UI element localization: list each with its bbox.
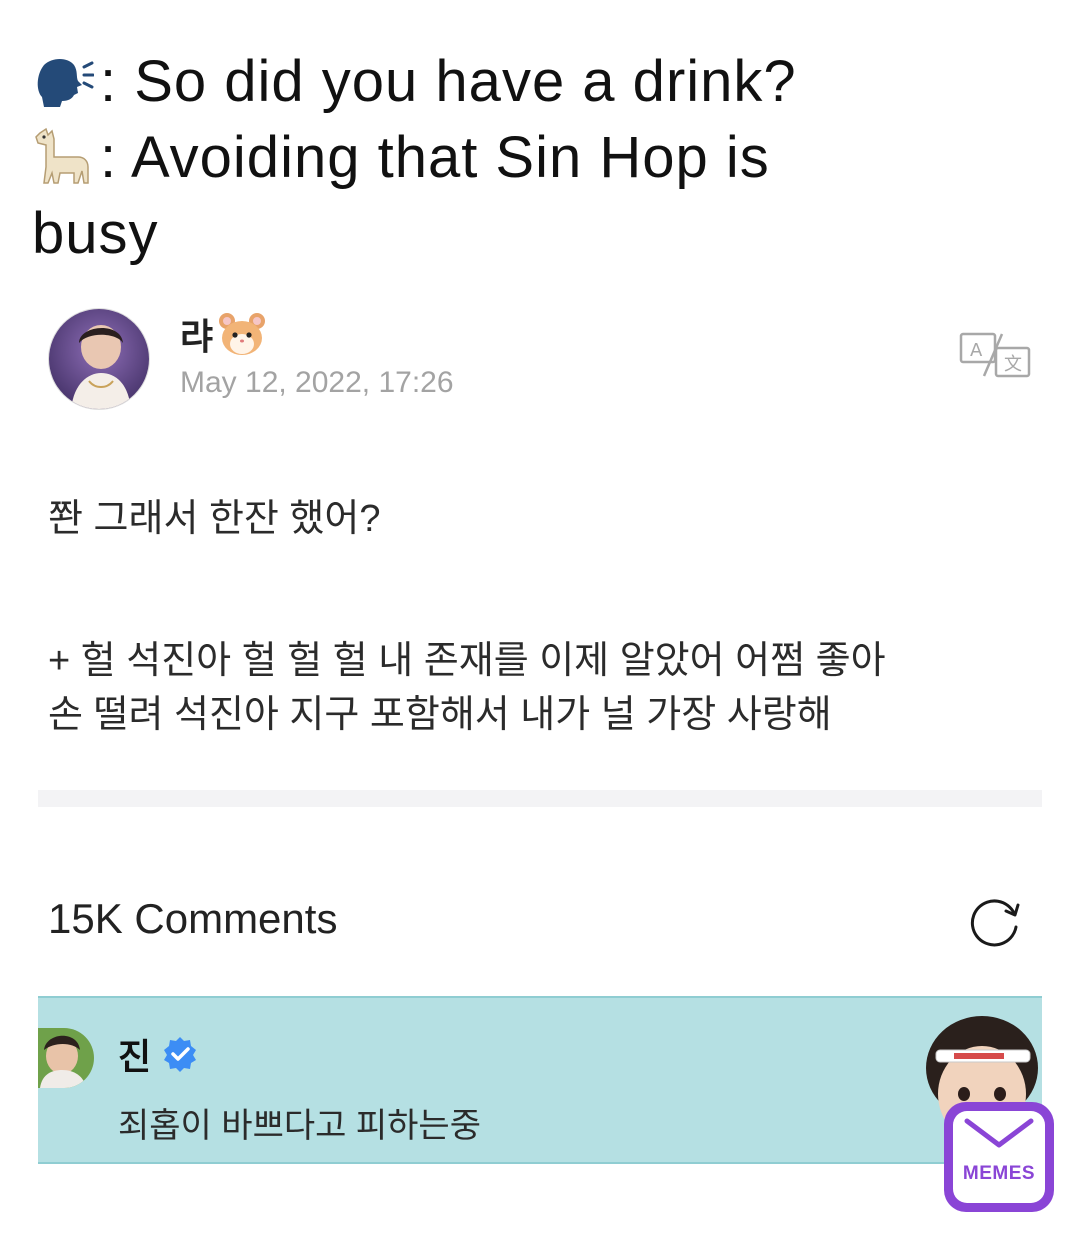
refresh-icon[interactable] xyxy=(966,893,1024,951)
comment-author[interactable]: 진 xyxy=(118,1028,199,1080)
translate-icon: A 文 xyxy=(959,332,1031,378)
caption-line-1: : So did you have a drink? xyxy=(32,44,1042,120)
author-name[interactable]: 랴 xyxy=(180,308,267,360)
post-line-3: 손 떨려 석진아 지구 포함해서 내가 널 가장 사랑해 xyxy=(48,694,832,736)
author-avatar[interactable] xyxy=(48,308,150,410)
llama-icon xyxy=(35,127,89,184)
section-divider xyxy=(38,790,1042,807)
comment-text: 죄홉이 바쁘다고 피하는중 xyxy=(118,1107,481,1145)
post-line-2: + 헐 석진아 헐 헐 헐 내 존재를 이제 알았어 어쩜 좋아 xyxy=(48,640,886,682)
hamster-icon xyxy=(219,313,266,355)
comment-item[interactable]: 진 죄홉이 바쁘다고 피하는중 xyxy=(38,996,1042,1164)
meme-caption: : So did you have a drink? : Avoiding th… xyxy=(32,44,1042,272)
comments-count: 15K Comments xyxy=(48,895,338,942)
envelope-icon xyxy=(964,1118,1034,1148)
svg-text:A: A xyxy=(970,340,983,361)
speaking-head-icon xyxy=(37,59,94,107)
verified-icon xyxy=(164,1037,197,1072)
post-line-1: 쫜 그래서 한잔 했어? xyxy=(48,498,381,540)
translate-button[interactable]: A 文 xyxy=(958,330,1032,380)
caption-line-2: : Avoiding that Sin Hop is xyxy=(32,120,1042,196)
caption-line-3: busy xyxy=(32,201,159,266)
comment-avatar[interactable] xyxy=(38,1028,94,1088)
post-body: 쫜 그래서 한잔 했어? + 헐 석진아 헐 헐 헐 내 존재를 이제 알았어 … xyxy=(48,492,1048,742)
memes-logo: MEMES xyxy=(944,1102,1054,1212)
post-timestamp: May 12, 2022, 17:26 xyxy=(180,366,454,399)
svg-text:文: 文 xyxy=(1004,354,1022,375)
